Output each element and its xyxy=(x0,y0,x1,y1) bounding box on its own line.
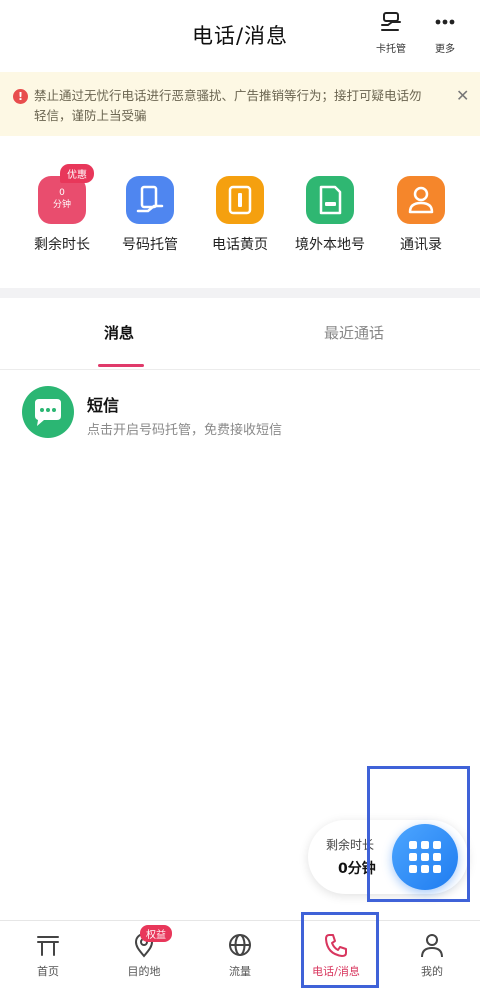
shortcut-label: 通讯录 xyxy=(400,237,442,253)
section-divider xyxy=(0,288,480,298)
remaining-inner-unit: 分钟 xyxy=(52,200,71,210)
shortcut-number-hosting[interactable]: 号码托管 xyxy=(105,176,195,254)
remaining-label: 剩余时长 xyxy=(326,838,375,852)
message-subtitle: 点击开启号码托管，免费接收短信 xyxy=(87,423,283,438)
more-dots-icon xyxy=(435,19,455,25)
user-icon xyxy=(421,934,443,958)
shortcut-overseas-number[interactable]: 境外本地号 xyxy=(285,176,375,254)
shortcut-remaining-time[interactable]: 0 分钟 优惠 剩余时长 xyxy=(17,164,107,254)
notice-text: 禁止通过无忧行电话进行恶意骚扰、广告推销等行为；接打可疑电话勿轻信，谨防上当受骗 xyxy=(34,88,422,123)
nav-label: 我的 xyxy=(421,965,443,978)
nav-destination[interactable]: 权益 目的地 xyxy=(96,921,192,988)
nav-home[interactable]: 首页 xyxy=(0,921,96,988)
nav-label: 首页 xyxy=(37,965,59,978)
remaining-value: 0分钟 xyxy=(338,861,376,877)
nav-profile[interactable]: 我的 xyxy=(384,921,480,988)
shortcut-label: 电话黄页 xyxy=(212,237,268,253)
close-icon[interactable]: ✕ xyxy=(456,86,469,105)
list-item-sms[interactable]: 短信 点击开启号码托管，免费接收短信 xyxy=(0,372,480,458)
warning-icon: ! xyxy=(13,89,28,104)
nav-data[interactable]: 流量 xyxy=(192,921,288,988)
more-button[interactable]: 更多 xyxy=(422,10,468,55)
tab-indicator xyxy=(98,364,144,367)
warning-notice: ! 禁止通过无忧行电话进行恶意骚扰、广告推销等行为；接打可疑电话勿轻信，谨防上当… xyxy=(0,72,480,136)
shortcut-label: 号码托管 xyxy=(122,237,178,253)
home-icon xyxy=(37,936,59,956)
header: 电话/消息 卡托管 更多 xyxy=(0,0,480,72)
chat-icon xyxy=(22,386,74,438)
dialpad-button[interactable] xyxy=(392,824,458,890)
discount-badge: 优惠 xyxy=(60,164,94,183)
rights-badge: 权益 xyxy=(140,925,172,942)
card-hosting-label: 卡托管 xyxy=(376,44,406,55)
nav-label: 电话/消息 xyxy=(312,965,360,978)
shortcut-grid: 0 分钟 优惠 剩余时长 号码托管 电话黄页 境外本地号 通讯录 xyxy=(0,136,480,288)
shortcut-label: 剩余时长 xyxy=(34,237,90,253)
bottom-navigation: 首页 权益 目的地 流量 电话/消息 我的 xyxy=(0,920,480,988)
card-hosting-button[interactable]: 卡托管 xyxy=(368,10,414,55)
more-label: 更多 xyxy=(435,44,455,55)
contacts-icon xyxy=(397,176,445,224)
nav-phone-messages[interactable]: 电话/消息 xyxy=(288,921,384,988)
remaining-inner-value: 0 xyxy=(59,188,65,198)
globe-icon xyxy=(229,934,251,956)
shortcut-contacts[interactable]: 通讯录 xyxy=(376,176,466,254)
shortcut-yellow-pages[interactable]: 电话黄页 xyxy=(195,176,285,254)
clock-icon: 0 分钟 优惠 xyxy=(38,164,94,224)
message-title: 短信 xyxy=(87,396,120,415)
nav-label: 目的地 xyxy=(127,965,161,978)
card-hosting-icon xyxy=(381,12,401,31)
tab-messages[interactable]: 消息 xyxy=(104,322,134,343)
dialpad-icon xyxy=(409,841,441,873)
shortcut-label: 境外本地号 xyxy=(295,237,365,253)
sim-card-icon xyxy=(306,176,354,224)
tab-bar: 消息 最近通话 xyxy=(0,298,480,370)
yellow-pages-icon xyxy=(216,176,264,224)
tab-recent-calls[interactable]: 最近通话 xyxy=(324,322,384,343)
phone-icon xyxy=(325,934,347,957)
number-hosting-icon xyxy=(126,176,174,224)
nav-label: 流量 xyxy=(229,965,251,978)
